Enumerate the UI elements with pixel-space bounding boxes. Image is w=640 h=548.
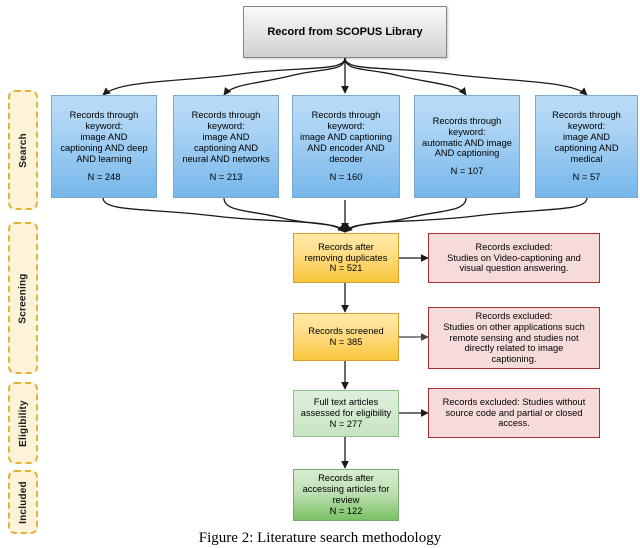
search-box-line: keyword: bbox=[207, 121, 245, 132]
flow-box-line: Full text articles bbox=[313, 397, 379, 408]
flow-box-records-included: Records after accessing articles for rev… bbox=[293, 469, 399, 521]
stage-tab-screening: Screening bbox=[8, 222, 38, 374]
flow-box-removing-duplicates: Records after removing duplicates N = 52… bbox=[293, 233, 399, 283]
excluded-box-line: visual question answering. bbox=[459, 263, 569, 274]
search-box-line: neural AND networks bbox=[182, 153, 270, 164]
search-box-line: captioning AND deep bbox=[60, 143, 148, 153]
flow-box-line: Records after bbox=[318, 241, 374, 252]
flow-box-count: N = 385 bbox=[329, 337, 363, 347]
source-record-label: Record from SCOPUS Library bbox=[267, 25, 423, 38]
stage-tab-eligibility: Eligibility bbox=[8, 382, 38, 464]
excluded-box-line: captioning. bbox=[491, 354, 537, 365]
search-box-line: Records through bbox=[552, 110, 621, 121]
search-box-line: image AND bbox=[562, 132, 611, 143]
search-box-line: keyword: bbox=[448, 126, 486, 137]
excluded-box-line: Records excluded: bbox=[475, 310, 553, 321]
flow-box-full-text-articles: Full text articles assessed for eligibil… bbox=[293, 390, 399, 437]
flow-box-line: review bbox=[332, 495, 360, 505]
flow-box-line: assessed for eligibility bbox=[300, 408, 392, 419]
search-box-line: Records through bbox=[191, 110, 261, 121]
search-box-count: N = 160 bbox=[329, 171, 363, 182]
search-box-line: Records through bbox=[311, 110, 381, 121]
flow-box-count: N = 277 bbox=[329, 418, 363, 429]
flow-box-line: Records after bbox=[318, 473, 374, 484]
excluded-box-line: directly related to image bbox=[464, 343, 564, 354]
excluded-box-line: Studies on Video-captioning and bbox=[447, 252, 581, 263]
search-box-medical: Records through keyword: image AND capti… bbox=[535, 95, 638, 198]
search-box-line: AND encoder AND bbox=[307, 143, 385, 153]
search-box-line: image AND captioning bbox=[300, 132, 392, 143]
flowchart-canvas: Search Screening Eligibility Included Re… bbox=[0, 0, 640, 548]
search-box-automatic-image: Records through keyword: automatic AND i… bbox=[414, 95, 520, 198]
stage-tab-included: Included bbox=[8, 470, 38, 534]
search-box-line: keyword: bbox=[85, 121, 123, 132]
search-box-encoder-decoder: Records through keyword: image AND capti… bbox=[292, 95, 400, 198]
stage-tab-search-label: Search bbox=[17, 132, 29, 168]
excluded-box-line: Records excluded: bbox=[475, 241, 553, 252]
excluded-box-fulltext: Records excluded: Studies without source… bbox=[428, 388, 600, 438]
search-box-deep-learning: Records through keyword: image AND capti… bbox=[51, 95, 157, 198]
stage-tab-search: Search bbox=[8, 90, 38, 210]
stage-tab-eligibility-label: Eligibility bbox=[17, 399, 29, 447]
flow-box-line: Records screened bbox=[308, 326, 384, 337]
search-box-line: keyword: bbox=[327, 121, 365, 132]
search-box-line: AND learning bbox=[76, 153, 132, 164]
search-box-line: Records through bbox=[432, 115, 502, 126]
excluded-box-screened: Records excluded: Studies on other appli… bbox=[428, 307, 600, 369]
excluded-box-duplicates: Records excluded: Studies on Video-capti… bbox=[428, 233, 600, 283]
search-box-count: N = 213 bbox=[209, 171, 243, 182]
stage-tab-screening-label: Screening bbox=[17, 272, 29, 324]
search-box-line: decoder bbox=[329, 153, 363, 164]
flow-box-line: removing duplicates bbox=[304, 252, 388, 263]
search-box-line: AND captioning bbox=[434, 148, 500, 159]
search-box-line: image AND bbox=[80, 132, 128, 143]
figure-caption: Figure 2: Literature search methodology bbox=[198, 530, 442, 546]
search-box-count: N = 57 bbox=[572, 171, 601, 182]
search-box-line: captioning AND bbox=[554, 143, 619, 153]
flow-box-line: accessing articles for bbox=[302, 484, 390, 495]
source-record-box: Record from SCOPUS Library bbox=[243, 6, 447, 58]
flow-box-records-screened: Records screened N = 385 bbox=[293, 313, 399, 361]
excluded-box-line: source code and partial or closed bbox=[445, 407, 583, 418]
search-box-count: N = 107 bbox=[450, 166, 484, 177]
search-box-line: automatic AND image bbox=[422, 137, 512, 148]
search-box-line: image AND bbox=[202, 132, 250, 143]
search-box-line: captioning AND bbox=[193, 143, 259, 153]
search-box-line: Records through bbox=[69, 110, 139, 121]
stage-tab-included-label: Included bbox=[17, 480, 29, 524]
excluded-box-line: Records excluded: Studies without bbox=[442, 396, 586, 407]
excluded-box-line: access. bbox=[498, 418, 530, 429]
search-box-neural-networks: Records through keyword: image AND capti… bbox=[173, 95, 279, 198]
search-box-line: medical bbox=[570, 153, 603, 164]
search-box-count: N = 248 bbox=[87, 171, 121, 182]
search-box-line: keyword: bbox=[567, 121, 606, 132]
flow-box-count: N = 122 bbox=[329, 505, 363, 516]
excluded-box-line: Studies on other applications such bbox=[443, 321, 585, 332]
flow-box-count: N = 521 bbox=[329, 263, 363, 274]
excluded-box-line: remote sensing and studies not bbox=[449, 332, 579, 343]
